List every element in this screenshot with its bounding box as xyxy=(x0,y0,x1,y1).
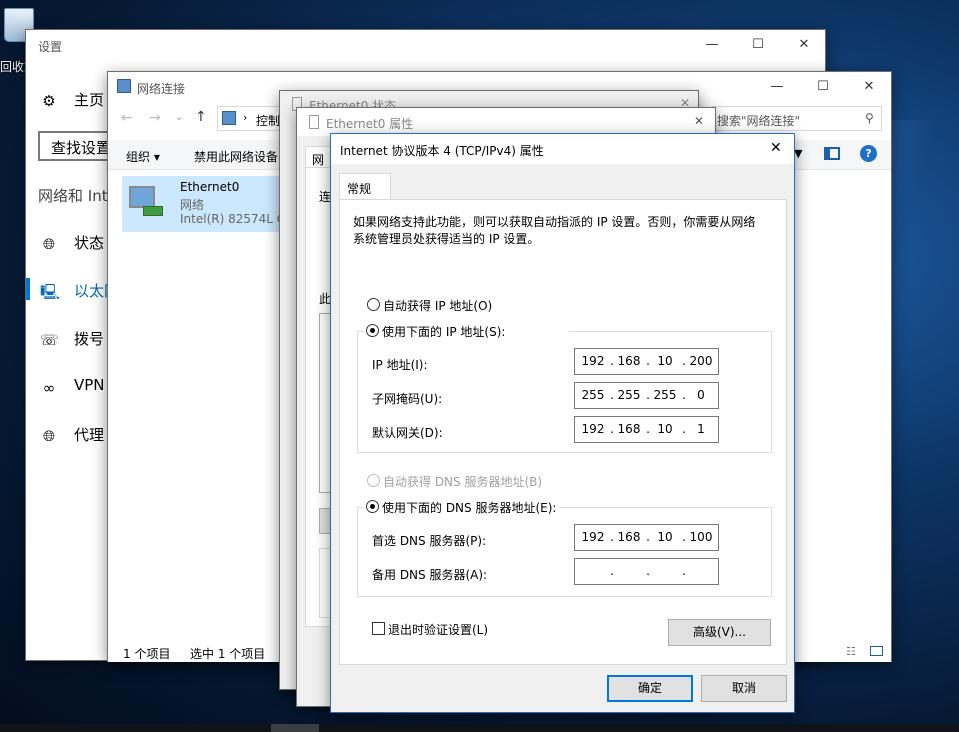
octet: 192 xyxy=(581,422,605,436)
auto-ip-radio[interactable] xyxy=(367,298,380,311)
manual-dns-label: 使用下面的 DNS 服务器地址(E): xyxy=(382,501,557,515)
manual-ip-radio[interactable] xyxy=(366,324,379,337)
octet: 192 xyxy=(581,354,605,368)
close-icon[interactable]: ✕ xyxy=(770,140,782,156)
ok-button[interactable]: 确定 xyxy=(607,675,693,702)
sidebar-item-label: VPN xyxy=(74,376,105,394)
chevron-right-icon: › xyxy=(243,111,248,124)
search-icon: ⚲ xyxy=(865,111,874,125)
close-icon[interactable]: ✕ xyxy=(781,30,827,60)
chevron-down-icon[interactable]: ▼ xyxy=(794,147,802,160)
octet: 168 xyxy=(617,354,641,368)
settings-title: 设置 xyxy=(38,40,63,54)
maximize-icon[interactable]: ☐ xyxy=(800,72,846,102)
tab-general[interactable]: 常规 xyxy=(339,173,391,200)
home-label: 主页 xyxy=(74,91,105,109)
alternate-dns-field[interactable]: . . . xyxy=(574,558,719,585)
octet: 168 xyxy=(617,530,641,544)
forward-icon[interactable]: → xyxy=(149,110,161,126)
search-placeholder: 搜索"网络连接" xyxy=(717,114,801,128)
close-icon[interactable]: ✕ xyxy=(694,114,704,128)
ipv4-title: Internet 协议版本 4 (TCP/IPv4) 属性 xyxy=(340,144,544,158)
section-heading: 网络和 Internet xyxy=(38,187,118,205)
octet: 10 xyxy=(657,354,673,368)
details-view-icon[interactable]: ☷ xyxy=(846,645,856,658)
preferred-dns-label: 首选 DNS 服务器(P): xyxy=(372,534,487,548)
alternate-dns-label: 备用 DNS 服务器(A): xyxy=(372,568,488,582)
octet: 100 xyxy=(689,530,713,544)
ethernet-adapter-icon xyxy=(127,184,165,222)
disable-device-button[interactable]: 禁用此网络设备 xyxy=(194,148,280,165)
gear-icon: ⚙ xyxy=(42,92,56,110)
adapter-item[interactable]: Ethernet0 网络 Intel(R) 82574L Gigabit Net… xyxy=(122,176,282,232)
selected-count: 选中 1 个项目 xyxy=(190,647,266,661)
large-icons-view-icon[interactable] xyxy=(870,646,883,656)
octet: 255 xyxy=(617,388,641,402)
network-icon xyxy=(117,79,131,93)
validate-checkbox[interactable] xyxy=(372,622,385,635)
auto-dns-label: 自动获得 DNS 服务器地址(B) xyxy=(383,475,543,489)
taskbar-active-item[interactable] xyxy=(271,724,319,732)
settings-titlebar: 设置 — ☐ ✕ xyxy=(26,30,825,60)
sidebar-item-label: 拨号 xyxy=(74,330,105,348)
validate-label: 退出时验证设置(L) xyxy=(388,623,489,637)
globe-icon: 🌐︎ xyxy=(42,427,55,445)
ipv4-properties-dialog: Internet 协议版本 4 (TCP/IPv4) 属性 ✕ 常规 如果网络支… xyxy=(330,133,795,713)
search-input[interactable]: 搜索"网络连接" ⚲ xyxy=(712,106,882,131)
phone-icon: ☏ xyxy=(40,331,59,349)
advanced-button[interactable]: 高级(V)... xyxy=(668,619,771,646)
taskbar xyxy=(0,724,959,732)
octet: 200 xyxy=(689,354,713,368)
manual-dns-radio[interactable] xyxy=(366,500,379,513)
ip-address-field[interactable]: 192. 168. 10. 200 xyxy=(574,348,719,375)
manual-ip-legend: 使用下面的 IP 地址(S): xyxy=(363,317,569,339)
vpn-icon: ∞ xyxy=(42,379,56,397)
manual-dns-legend: 使用下面的 DNS 服务器地址(E): xyxy=(363,493,559,515)
selection-indicator xyxy=(26,278,30,300)
gateway-field[interactable]: 192. 168. 10. 1 xyxy=(574,416,719,443)
octet: 168 xyxy=(617,422,641,436)
octet: 255 xyxy=(653,388,677,402)
subnet-mask-label: 子网掩码(U): xyxy=(372,392,443,406)
manual-ip-label: 使用下面的 IP 地址(S): xyxy=(382,325,506,339)
help-icon[interactable]: ? xyxy=(860,145,877,162)
gateway-label: 默认网关(D): xyxy=(372,426,443,440)
props-dialog-title: Ethernet0 属性 xyxy=(326,117,414,131)
cancel-button[interactable]: 取消 xyxy=(701,675,787,702)
auto-ip-label: 自动获得 IP 地址(O) xyxy=(383,299,493,313)
adapter-icon xyxy=(309,115,319,129)
sidebar-item-label: 代理 xyxy=(74,426,105,444)
preview-pane-icon[interactable] xyxy=(824,147,840,160)
minimize-icon[interactable]: — xyxy=(689,30,735,60)
organize-button[interactable]: 组织 ▾ xyxy=(126,148,160,165)
octet: 192 xyxy=(581,530,605,544)
ipv4-titlebar: Internet 协议版本 4 (TCP/IPv4) 属性 ✕ xyxy=(331,134,794,164)
octet: 0 xyxy=(697,388,705,402)
monitor-icon: 🖳︎ xyxy=(40,283,61,301)
sidebar-item-label: 状态 xyxy=(74,234,105,252)
netconn-title: 网络连接 xyxy=(137,82,186,96)
intro-text: 如果网络支持此功能，则可以获取自动指派的 IP 设置。否则，你需要从网络系统管理… xyxy=(353,215,756,246)
chevron-down-icon[interactable]: ⌄ xyxy=(175,112,183,123)
ip-address-label: IP 地址(I): xyxy=(372,358,428,372)
subnet-mask-field[interactable]: 255. 255. 255. 0 xyxy=(574,382,719,409)
back-icon[interactable]: ← xyxy=(121,110,133,126)
preferred-dns-field[interactable]: 192. 168. 10. 100 xyxy=(574,524,719,551)
control-panel-icon xyxy=(222,111,236,125)
maximize-icon[interactable]: ☐ xyxy=(735,30,781,60)
adapter-name: Ethernet0 xyxy=(180,180,240,194)
octet: 1 xyxy=(697,422,705,436)
auto-dns-radio[interactable] xyxy=(367,474,380,487)
adapter-device: Intel(R) 82574L Gigabit Network Connecti… xyxy=(180,212,282,226)
octet: 10 xyxy=(657,422,673,436)
item-count: 1 个项目 xyxy=(123,647,171,661)
adapter-type: 网络 xyxy=(180,198,205,212)
minimize-icon[interactable]: — xyxy=(754,72,800,102)
octet: 255 xyxy=(581,388,605,402)
close-icon[interactable]: ✕ xyxy=(846,72,892,102)
octet: 10 xyxy=(657,530,673,544)
globe-icon: 🌐︎ xyxy=(42,235,55,253)
up-icon[interactable]: ↑ xyxy=(195,109,207,125)
general-panel: 如果网络支持此功能，则可以获取自动指派的 IP 设置。否则，你需要从网络系统管理… xyxy=(339,199,787,665)
